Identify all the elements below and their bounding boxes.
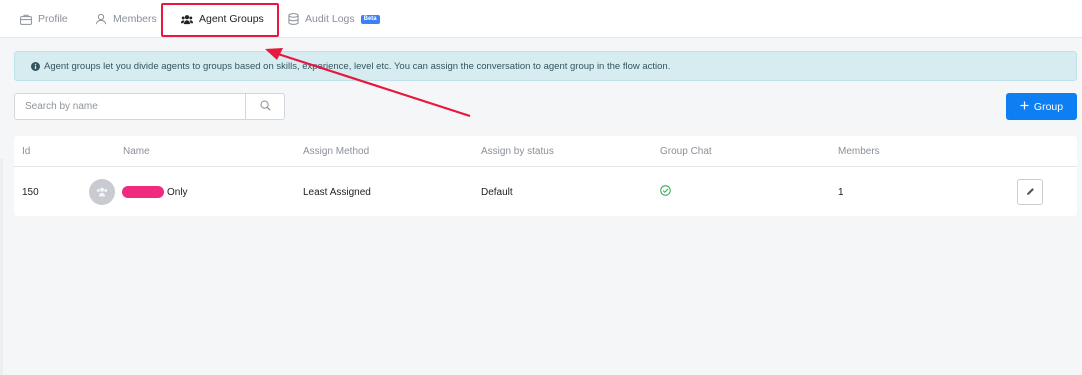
beta-badge: Beta	[360, 14, 380, 24]
redaction-mark	[122, 186, 164, 198]
users-icon	[181, 13, 193, 25]
info-alert-text: Agent groups let you divide agents to gr…	[44, 60, 671, 72]
group-name-text: Only	[167, 186, 188, 198]
cell-assign-by-status: Default	[481, 186, 513, 198]
top-tab-bar: Profile Members Agent Groups Audit Logs …	[0, 0, 1082, 38]
header-id[interactable]: Id	[22, 136, 30, 167]
tab-members-label: Members	[113, 13, 157, 25]
user-icon	[95, 13, 107, 25]
tab-profile[interactable]: Profile	[20, 0, 68, 38]
main-content: Agent groups let you divide agents to gr…	[0, 39, 1082, 375]
avatar	[89, 179, 115, 205]
table-header: Id Name Assign Method Assign by status G…	[14, 136, 1077, 167]
tab-agent-groups[interactable]: Agent Groups	[181, 0, 264, 38]
search-icon	[260, 98, 271, 116]
cell-group-chat	[660, 168, 671, 216]
database-icon	[287, 13, 299, 25]
header-members[interactable]: Members	[838, 136, 880, 167]
check-circle-icon	[660, 185, 671, 199]
tab-profile-label: Profile	[38, 13, 68, 25]
info-circle-icon	[31, 61, 40, 71]
tab-audit-logs[interactable]: Audit Logs Beta	[287, 0, 380, 38]
tab-members[interactable]: Members	[95, 0, 157, 38]
edit-button[interactable]	[1017, 179, 1043, 205]
header-name[interactable]: Name	[123, 136, 150, 167]
cell-members: 1	[838, 186, 844, 198]
table-row[interactable]: 150 Only Least Assigned Default 1	[14, 168, 1077, 216]
left-edge-divider	[0, 159, 3, 375]
tab-audit-logs-label: Audit Logs	[305, 13, 355, 25]
search-box	[14, 93, 285, 120]
agent-groups-table: Id Name Assign Method Assign by status G…	[14, 136, 1077, 216]
pencil-icon	[1026, 183, 1035, 201]
header-assign-method[interactable]: Assign Method	[303, 136, 369, 167]
add-group-button[interactable]: Group	[1006, 93, 1077, 120]
cell-assign-method: Least Assigned	[303, 186, 371, 198]
cell-id: 150	[22, 186, 39, 198]
cell-name: Only	[89, 168, 188, 216]
tab-agent-groups-label: Agent Groups	[199, 13, 264, 25]
info-alert: Agent groups let you divide agents to gr…	[14, 51, 1077, 81]
header-assign-by-status[interactable]: Assign by status	[481, 136, 554, 167]
search-input[interactable]	[15, 94, 245, 119]
add-group-label: Group	[1033, 100, 1064, 113]
header-group-chat[interactable]: Group Chat	[660, 136, 712, 167]
search-button[interactable]	[245, 94, 284, 119]
plus-icon	[1020, 101, 1029, 113]
briefcase-icon	[20, 13, 32, 25]
